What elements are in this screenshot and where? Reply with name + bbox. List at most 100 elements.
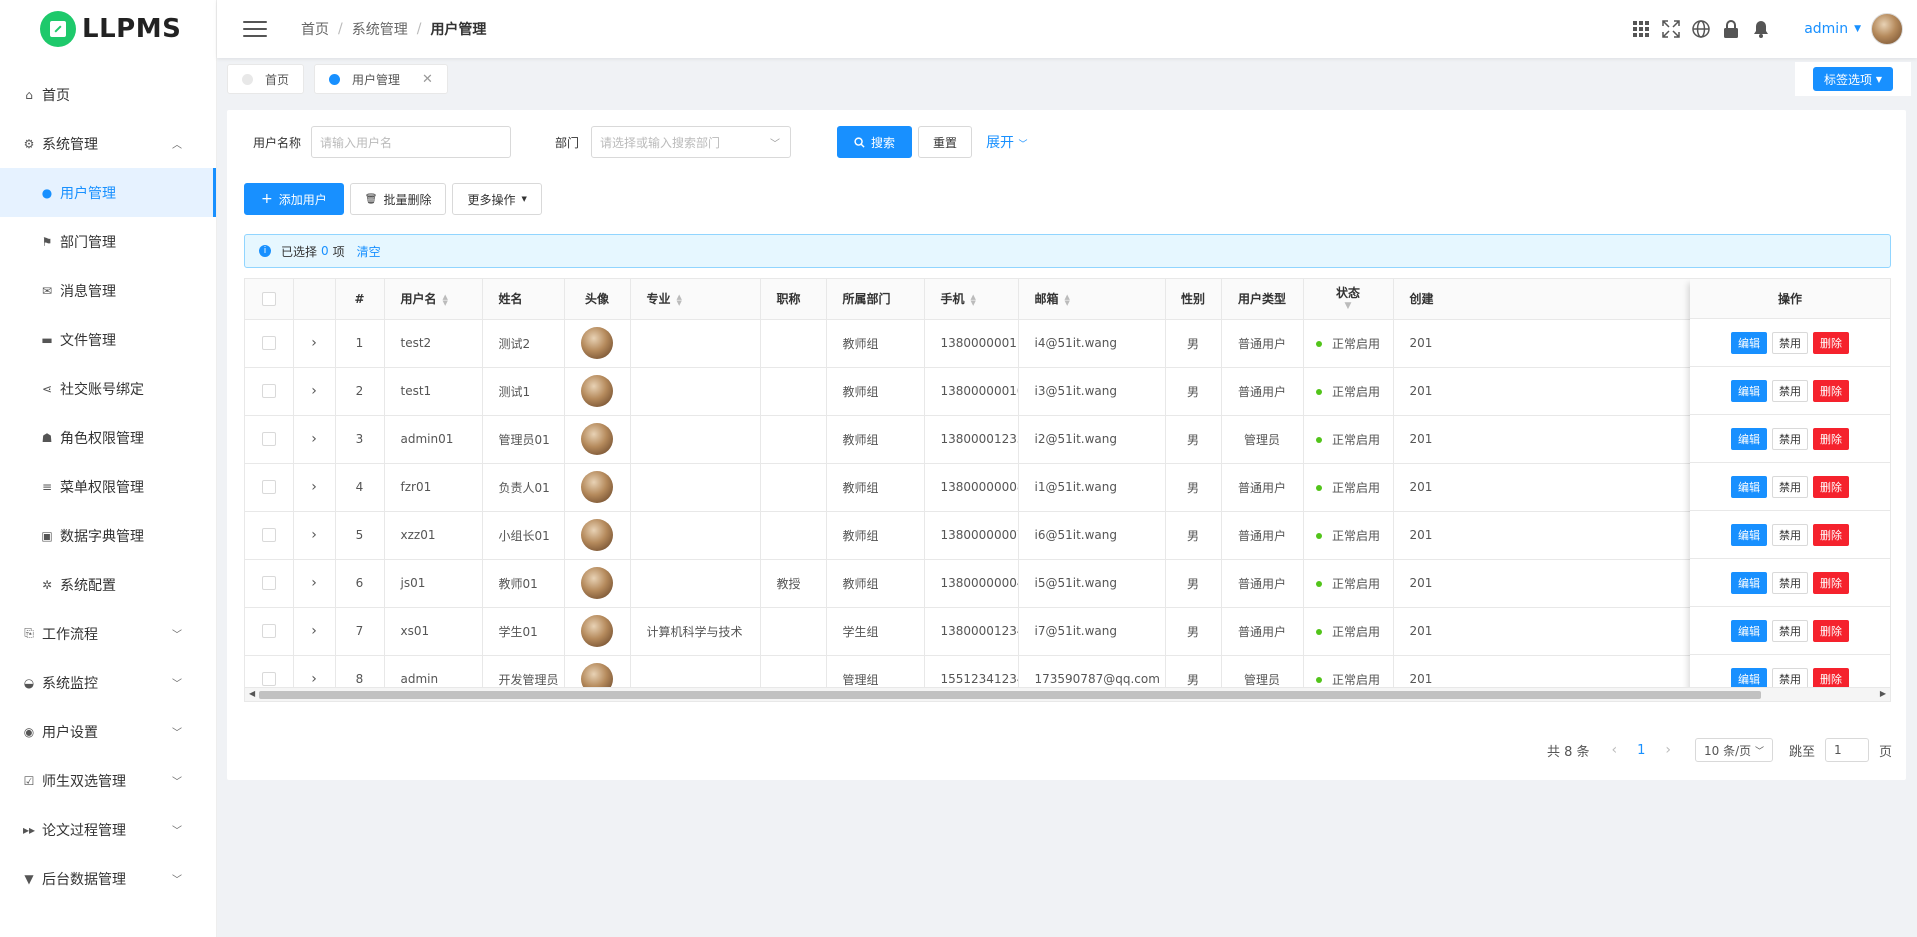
tab-users[interactable]: 用户管理 ✕ bbox=[314, 64, 448, 94]
sort-icon[interactable]: ▲ ▼ bbox=[677, 293, 682, 306]
add-user-button[interactable]: + 添加用户 bbox=[244, 183, 344, 215]
col-email[interactable]: 邮箱 ▲ ▼ bbox=[1018, 279, 1166, 320]
edit-button[interactable]: 编辑 bbox=[1731, 379, 1767, 402]
sidebar-item-social[interactable]: ⋖ 社交账号绑定 bbox=[0, 364, 216, 413]
expand-row-icon[interactable]: › bbox=[311, 335, 317, 351]
row-checkbox[interactable] bbox=[261, 336, 276, 351]
sidebar-item-departments[interactable]: ⚑ 部门管理 bbox=[0, 217, 216, 266]
row-checkbox[interactable] bbox=[261, 432, 276, 447]
col-status[interactable]: 状态 ▼ bbox=[1303, 279, 1394, 320]
sidebar-item-roles[interactable]: ☗ 角色权限管理 bbox=[0, 413, 216, 462]
expand-row-icon[interactable]: › bbox=[311, 527, 317, 543]
edit-button[interactable]: 编辑 bbox=[1731, 331, 1767, 354]
breadcrumb-system[interactable]: 系统管理 bbox=[352, 19, 408, 39]
delete-button[interactable]: 删除 bbox=[1813, 379, 1849, 402]
sidebar-item-dictionary[interactable]: ▣ 数据字典管理 bbox=[0, 511, 216, 560]
sidebar-item-user-settings[interactable]: ◉ 用户设置 ﹀ bbox=[0, 707, 216, 756]
more-actions-button[interactable]: 更多操作 ▼ bbox=[452, 183, 542, 215]
sidebar-item-system[interactable]: ⚙ 系统管理 ︿ bbox=[0, 119, 216, 168]
col-major[interactable]: 专业 ▲ ▼ bbox=[630, 279, 761, 320]
sort-icon[interactable]: ▲ ▼ bbox=[443, 293, 448, 306]
prev-page-icon[interactable]: ‹ bbox=[1611, 742, 1617, 758]
dept-select[interactable]: 请选择或输入搜索部门 ﹀ bbox=[591, 126, 792, 158]
row-checkbox[interactable] bbox=[261, 672, 276, 687]
globe-icon[interactable] bbox=[1686, 14, 1716, 44]
sidebar-item-users[interactable]: ● 用户管理 bbox=[0, 168, 216, 217]
breadcrumb-home[interactable]: 首页 bbox=[301, 19, 329, 39]
close-icon[interactable]: ✕ bbox=[422, 72, 433, 87]
expand-row-icon[interactable]: › bbox=[311, 479, 317, 495]
apps-grid-icon[interactable] bbox=[1626, 14, 1656, 44]
scroll-right-icon[interactable]: ▶ bbox=[1880, 689, 1886, 698]
next-page-icon[interactable]: › bbox=[1665, 742, 1671, 758]
expand-row-icon[interactable]: › bbox=[311, 383, 317, 399]
caret-down-icon[interactable]: ▼ bbox=[1854, 24, 1861, 34]
reset-button[interactable]: 重置 bbox=[918, 126, 973, 158]
edit-button[interactable]: 编辑 bbox=[1731, 523, 1767, 546]
sidebar-item-mutual-selection[interactable]: ☑ 师生双选管理 ﹀ bbox=[0, 756, 216, 805]
expand-link[interactable]: 展开 ﹀ bbox=[986, 132, 1027, 152]
scroll-left-icon[interactable]: ◀ bbox=[249, 689, 255, 698]
page-1[interactable]: 1 bbox=[1637, 743, 1645, 758]
select-all-checkbox[interactable] bbox=[261, 292, 276, 306]
disable-button[interactable]: 禁用 bbox=[1772, 619, 1808, 642]
sort-icon[interactable]: ▲ ▼ bbox=[971, 293, 976, 306]
disable-button[interactable]: 禁用 bbox=[1772, 475, 1808, 498]
col-dept: 所属部门 bbox=[826, 279, 925, 320]
delete-button[interactable]: 删除 bbox=[1813, 475, 1849, 498]
user-menu[interactable]: admin bbox=[1804, 21, 1848, 37]
row-checkbox[interactable] bbox=[261, 384, 276, 399]
row-checkbox[interactable] bbox=[261, 528, 276, 543]
expand-row-icon[interactable]: › bbox=[311, 575, 317, 591]
tab-options-button[interactable]: 标签选项 ▼ bbox=[1813, 67, 1893, 91]
logo[interactable]: LLPMS bbox=[0, 0, 216, 58]
username-input[interactable]: 请输入用户名 bbox=[311, 126, 512, 158]
sidebar-item-backend-data[interactable]: ▼ 后台数据管理 ﹀ bbox=[0, 854, 216, 903]
tab-home[interactable]: 首页 bbox=[227, 64, 305, 94]
sidebar-item-menus[interactable]: ≡ 菜单权限管理 bbox=[0, 462, 216, 511]
col-phone[interactable]: 手机 ▲ ▼ bbox=[924, 279, 1019, 320]
sidebar-item-files[interactable]: ▬ 文件管理 bbox=[0, 315, 216, 364]
disable-button[interactable]: 禁用 bbox=[1772, 523, 1808, 546]
delete-button[interactable]: 删除 bbox=[1813, 571, 1849, 594]
avatar[interactable] bbox=[1871, 13, 1903, 45]
filter-icon[interactable]: ▼ bbox=[1304, 300, 1393, 312]
expand-row-icon[interactable]: › bbox=[311, 623, 317, 639]
col-username[interactable]: 用户名 ▲ ▼ bbox=[384, 279, 483, 320]
expand-row-icon[interactable]: › bbox=[311, 431, 317, 447]
edit-button[interactable]: 编辑 bbox=[1731, 427, 1767, 450]
disable-button[interactable]: 禁用 bbox=[1772, 571, 1808, 594]
disable-button[interactable]: 禁用 bbox=[1772, 427, 1808, 450]
batch-delete-button[interactable]: 🗑 批量删除 bbox=[349, 183, 447, 215]
sidebar-item-thesis[interactable]: ▸▸ 论文过程管理 ﹀ bbox=[0, 805, 216, 854]
row-checkbox[interactable] bbox=[261, 624, 276, 639]
lock-icon[interactable] bbox=[1716, 14, 1746, 44]
delete-button[interactable]: 删除 bbox=[1813, 331, 1849, 354]
scrollbar-thumb[interactable] bbox=[259, 691, 1761, 699]
edit-button[interactable]: 编辑 bbox=[1731, 571, 1767, 594]
sidebar-item-config[interactable]: ✲ 系统配置 bbox=[0, 560, 216, 609]
edit-button[interactable]: 编辑 bbox=[1731, 475, 1767, 498]
menu-toggle-icon[interactable] bbox=[243, 21, 267, 37]
sidebar-item-monitor[interactable]: ◒ 系统监控 ﹀ bbox=[0, 658, 216, 707]
page-size-select[interactable]: 10 条/页 ﹀ bbox=[1694, 738, 1773, 762]
sidebar-item-home[interactable]: ⌂ 首页 bbox=[0, 70, 216, 119]
clear-selection-link[interactable]: 清空 bbox=[357, 243, 381, 260]
expand-row-icon[interactable]: › bbox=[311, 671, 317, 687]
delete-button[interactable]: 删除 bbox=[1813, 619, 1849, 642]
delete-button[interactable]: 删除 bbox=[1813, 427, 1849, 450]
disable-button[interactable]: 禁用 bbox=[1772, 379, 1808, 402]
sidebar-item-workflow[interactable]: ⎘ 工作流程 ﹀ bbox=[0, 609, 216, 658]
delete-button[interactable]: 删除 bbox=[1813, 523, 1849, 546]
fullscreen-icon[interactable] bbox=[1656, 14, 1686, 44]
row-checkbox[interactable] bbox=[261, 576, 276, 591]
search-button[interactable]: 搜索 bbox=[837, 126, 913, 158]
sidebar-item-messages[interactable]: ✉ 消息管理 bbox=[0, 266, 216, 315]
sort-icon[interactable]: ▲ ▼ bbox=[1065, 293, 1070, 306]
horizontal-scrollbar[interactable]: ◀ ▶ bbox=[245, 687, 1890, 701]
jump-page-input[interactable]: 1 bbox=[1824, 738, 1869, 762]
disable-button[interactable]: 禁用 bbox=[1772, 331, 1808, 354]
row-checkbox[interactable] bbox=[261, 480, 276, 495]
edit-button[interactable]: 编辑 bbox=[1731, 619, 1767, 642]
bell-icon[interactable] bbox=[1746, 14, 1776, 44]
